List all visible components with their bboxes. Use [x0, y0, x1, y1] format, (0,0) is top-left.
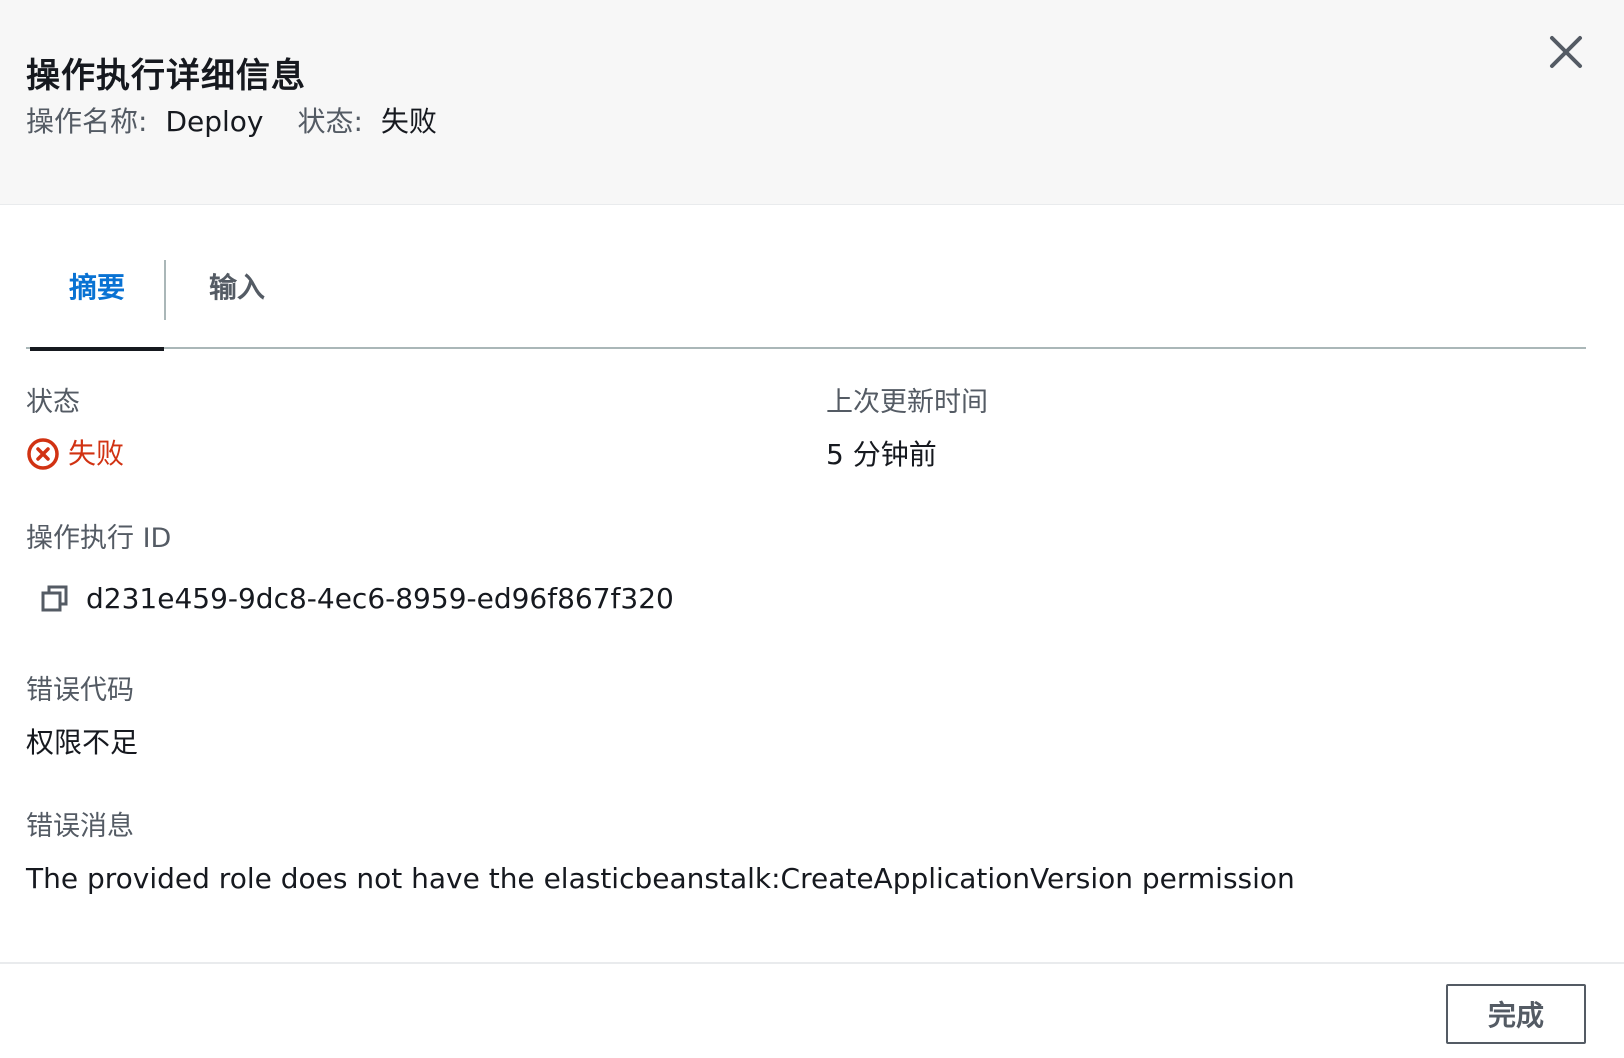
execution-details-modal: 操作执行详细信息 操作名称: Deploy 状态: 失败 摘要 输入 状态 失败 上次…: [0, 0, 1624, 1058]
error-message-label: 错误消息: [26, 811, 134, 842]
tab-input[interactable]: 输入: [166, 260, 308, 349]
copy-icon: [41, 585, 68, 612]
action-name-label: 操作名称:: [26, 105, 148, 138]
header-status-value: 失败: [380, 105, 437, 138]
last-updated-label: 上次更新时间: [826, 387, 988, 418]
close-icon: [1550, 36, 1582, 68]
header-meta: 操作名称: Deploy 状态: 失败: [26, 104, 471, 140]
status-label: 状态: [26, 387, 80, 418]
error-code-label: 错误代码: [26, 675, 134, 706]
header-status-label: 状态:: [297, 105, 363, 138]
error-message-value: The provided role does not have the elas…: [26, 862, 1295, 895]
status-value-text: 失败: [68, 437, 125, 470]
action-name-value: Deploy: [165, 105, 264, 138]
footer-divider: [0, 962, 1624, 964]
tab-summary[interactable]: 摘要: [30, 260, 164, 351]
error-code-value: 权限不足: [26, 726, 139, 759]
modal-header: 操作执行详细信息 操作名称: Deploy 状态: 失败: [0, 0, 1624, 205]
close-button[interactable]: [1546, 32, 1586, 72]
modal-title: 操作执行详细信息: [26, 56, 306, 96]
execution-id-row: d231e459-9dc8-4ec6-8959-ed96f867f320: [26, 581, 674, 617]
copy-button[interactable]: [40, 584, 70, 614]
done-button[interactable]: 完成: [1446, 984, 1586, 1044]
execution-id-label: 操作执行 ID: [26, 523, 172, 554]
status-value: 失败: [26, 436, 124, 472]
error-circle-icon: [27, 438, 59, 470]
execution-id-value: d231e459-9dc8-4ec6-8959-ed96f867f320: [86, 582, 674, 615]
last-updated-value: 5 分钟前: [826, 438, 937, 471]
tab-bar: 摘要 输入: [26, 260, 1586, 351]
